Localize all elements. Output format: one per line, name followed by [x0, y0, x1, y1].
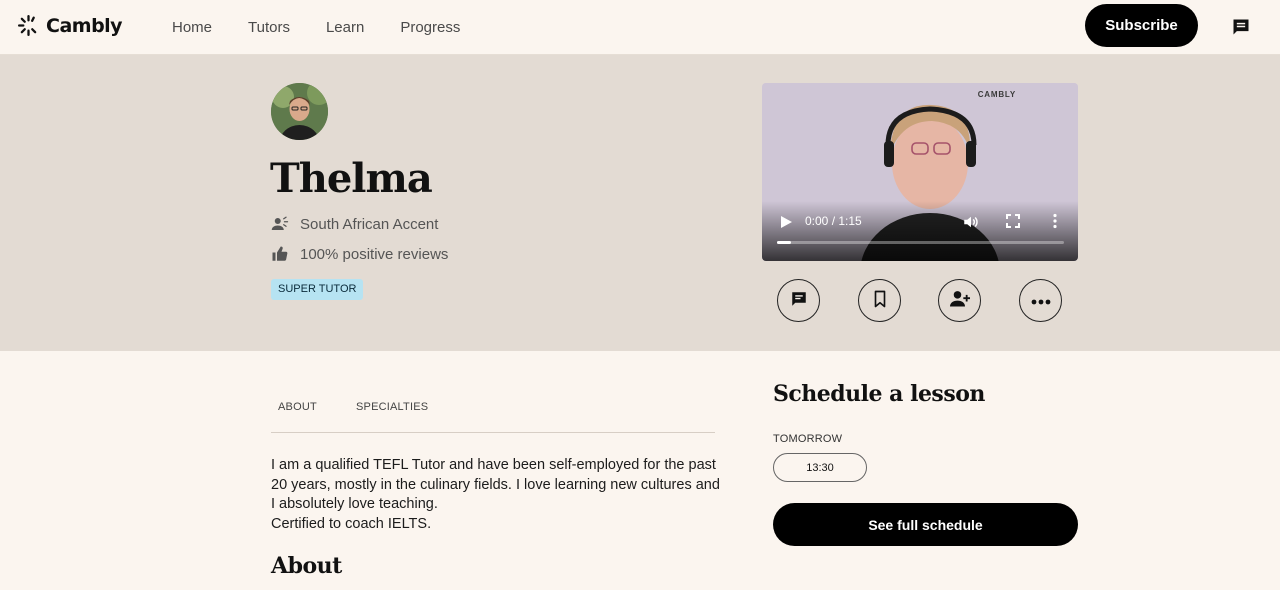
video-controls: 0:00 / 1:15: [762, 201, 1078, 261]
cambly-logo[interactable]: Cambly: [16, 13, 123, 38]
message-icon: [790, 290, 808, 311]
more-options-button[interactable]: [1019, 279, 1062, 322]
time-slot-button[interactable]: 13:30: [773, 453, 867, 482]
bio-certification: Certified to coach IELTS.: [271, 515, 432, 532]
tutor-avatar: [271, 83, 328, 140]
reviews-row: 100% positive reviews: [271, 245, 448, 263]
see-full-schedule-button[interactable]: See full schedule: [773, 503, 1078, 546]
play-icon[interactable]: [779, 215, 793, 229]
tab-specialties[interactable]: SPECIALTIES: [356, 401, 428, 413]
profile-tabs: ABOUT SPECIALTIES: [271, 395, 715, 433]
cambly-logo-icon: [17, 14, 37, 37]
accent-text: South African Accent: [300, 215, 439, 233]
volume-icon[interactable]: [962, 213, 980, 231]
main-nav: Home Tutors Learn Progress: [172, 0, 460, 55]
tab-about[interactable]: ABOUT: [278, 401, 317, 413]
message-button[interactable]: [777, 279, 820, 322]
video-progress-track[interactable]: [777, 241, 1064, 244]
more-icon: [1031, 293, 1051, 308]
schedule-title: Schedule a lesson: [773, 381, 985, 407]
accent-row: South African Accent: [271, 215, 438, 233]
add-person-icon: [949, 289, 971, 312]
tutor-bio: I am a qualified TEFL Tutor and have bee…: [271, 456, 721, 534]
speaking-person-icon: [271, 215, 289, 233]
super-tutor-badge: SUPER TUTOR: [271, 279, 364, 300]
video-progress-fill: [777, 241, 792, 244]
bio-text: I am a qualified TEFL Tutor and have bee…: [271, 457, 720, 512]
thumbs-up-icon: [271, 245, 289, 263]
video-time: 0:00 / 1:15: [805, 214, 862, 228]
subscribe-button[interactable]: Subscribe: [1085, 4, 1198, 47]
top-navigation: Cambly Home Tutors Learn Progress Subscr…: [0, 0, 1280, 55]
video-watermark: CAMBLY: [977, 90, 1016, 99]
reviews-text: 100% positive reviews: [300, 245, 449, 263]
tutor-hero: Thelma South African Accent 100% positiv…: [0, 55, 1280, 351]
nav-learn[interactable]: Learn: [326, 19, 364, 36]
bookmark-icon: [871, 290, 889, 311]
nav-tutors[interactable]: Tutors: [248, 19, 290, 36]
intro-video-player[interactable]: CAMBLY 0:00 / 1:15: [762, 83, 1078, 261]
follow-tutor-button[interactable]: [938, 279, 981, 322]
nav-home[interactable]: Home: [172, 19, 212, 36]
nav-progress[interactable]: Progress: [400, 19, 460, 36]
logo-text: Cambly: [46, 14, 123, 37]
schedule-day-label: TOMORROW: [773, 433, 843, 445]
more-vertical-icon[interactable]: [1051, 213, 1059, 229]
fullscreen-icon[interactable]: [1006, 214, 1020, 228]
chat-bubble-icon[interactable]: [1231, 17, 1251, 37]
tutor-name: Thelma: [270, 155, 433, 202]
bookmark-button[interactable]: [858, 279, 901, 322]
about-heading: About: [271, 553, 342, 579]
